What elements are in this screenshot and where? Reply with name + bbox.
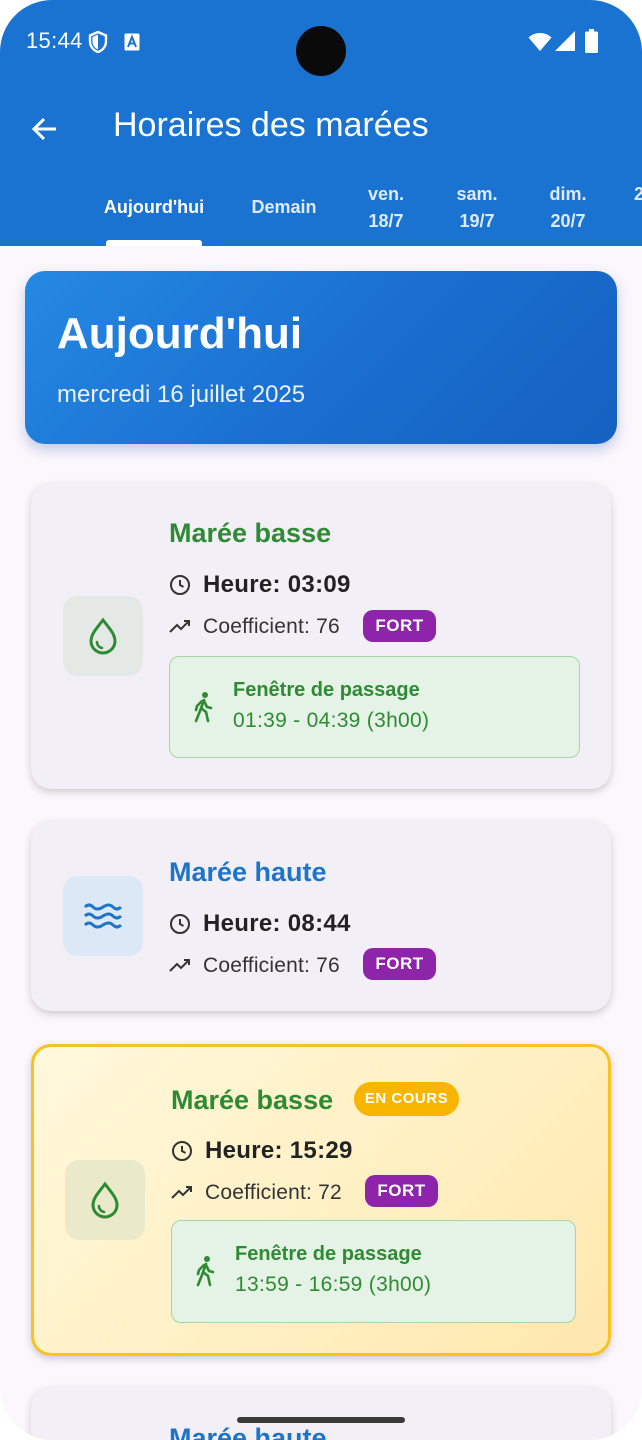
tide-time: Heure: 15:29: [205, 1137, 353, 1164]
tab-day: dim.: [549, 184, 587, 204]
window-range: 01:39 - 04:39 (3h00): [233, 709, 430, 732]
coefficient-badge: FORT: [365, 1175, 438, 1207]
water-drop-icon: [89, 617, 117, 655]
tab-date: 20/7: [550, 211, 586, 231]
signal-icon: [555, 31, 575, 51]
tide-title: Marée haute: [169, 857, 327, 887]
hero-date: mercredi 16 juillet 2025: [57, 381, 306, 408]
tide-time: Heure: 03:09: [203, 571, 351, 598]
tide-coefficient: Coefficient: 76: [203, 615, 340, 638]
keyboard-a-icon: [124, 33, 140, 51]
tab-sunday[interactable]: dim. 20/7: [538, 181, 598, 235]
battery-icon: [585, 29, 598, 53]
tide-coefficient: Coefficient: 76: [203, 954, 340, 977]
status-time: 15:44: [26, 28, 83, 53]
tide-title: Marée basse: [171, 1085, 334, 1115]
window-title: Fenêtre de passage: [233, 679, 420, 701]
coefficient-badge: FORT: [363, 610, 436, 642]
trending-up-icon: [169, 620, 190, 633]
front-camera: [296, 26, 346, 76]
status-badge: EN COURS: [354, 1082, 459, 1116]
tide-card-low-current[interactable]: Marée basse EN COURS Heure: 15:29 Coeffi…: [31, 1044, 611, 1356]
window-title: Fenêtre de passage: [235, 1243, 422, 1265]
tide-card-high-partial[interactable]: Marée haute: [31, 1387, 611, 1440]
tab-friday[interactable]: ven. 18/7: [356, 181, 416, 235]
tab-demain[interactable]: Demain: [240, 194, 328, 221]
tab-aujourdhui[interactable]: Aujourd'hui: [96, 194, 212, 221]
status-bar: 15:44: [0, 0, 642, 84]
tide-icon-box: [63, 596, 143, 676]
tide-icon-box: [65, 1160, 145, 1240]
walking-person-icon: [194, 692, 213, 723]
coefficient-badge: FORT: [363, 948, 436, 980]
passage-window: Fenêtre de passage 01:39 - 04:39 (3h00): [169, 656, 580, 758]
passage-window: Fenêtre de passage 13:59 - 16:59 (3h00): [171, 1220, 576, 1323]
tab-label: Demain: [251, 197, 317, 217]
shield-icon: [88, 31, 108, 53]
water-drop-icon: [91, 1181, 119, 1219]
tab-date: 19/7: [459, 211, 495, 231]
hero-title: Aujourd'hui: [57, 309, 303, 358]
waves-icon: [83, 903, 123, 929]
tide-title: Marée basse: [169, 518, 332, 548]
tab-day: sam.: [456, 184, 498, 204]
tide-title: Marée haute: [169, 1423, 327, 1440]
page-title: Horaires des marées: [113, 106, 429, 144]
tab-date: 2: [634, 184, 642, 204]
tab-next-partial[interactable]: 2: [634, 181, 642, 208]
tide-card-low[interactable]: Marée basse Heure: 03:09 Coefficient: 76…: [31, 483, 611, 789]
walking-person-icon: [196, 1256, 215, 1287]
tide-time: Heure: 08:44: [203, 910, 351, 937]
tide-icon-box: [63, 876, 143, 956]
clock-icon: [170, 575, 190, 595]
window-range: 13:59 - 16:59 (3h00): [235, 1273, 432, 1296]
today-header-card: Aujourd'hui mercredi 16 juillet 2025: [25, 271, 617, 444]
app-screen: 15:44 Horaires des marées Aujourd'hui De…: [0, 0, 642, 1440]
tide-card-high[interactable]: Marée haute Heure: 08:44 Coefficient: 76…: [31, 821, 611, 1011]
tab-label: Aujourd'hui: [103, 197, 205, 217]
tab-day: ven.: [367, 184, 405, 204]
tab-saturday[interactable]: sam. 19/7: [446, 181, 508, 235]
home-indicator[interactable]: [237, 1417, 405, 1423]
arrow-left-icon[interactable]: [30, 114, 60, 144]
wifi-icon: [528, 33, 552, 51]
tab-indicator: [106, 240, 202, 246]
app-bar: 15:44 Horaires des marées Aujourd'hui De…: [0, 0, 642, 246]
clock-icon: [172, 1141, 192, 1161]
tab-date: 18/7: [368, 211, 404, 231]
tide-coefficient: Coefficient: 72: [205, 1181, 342, 1204]
trending-up-icon: [169, 959, 190, 972]
trending-up-icon: [171, 1186, 192, 1199]
clock-icon: [170, 914, 190, 934]
